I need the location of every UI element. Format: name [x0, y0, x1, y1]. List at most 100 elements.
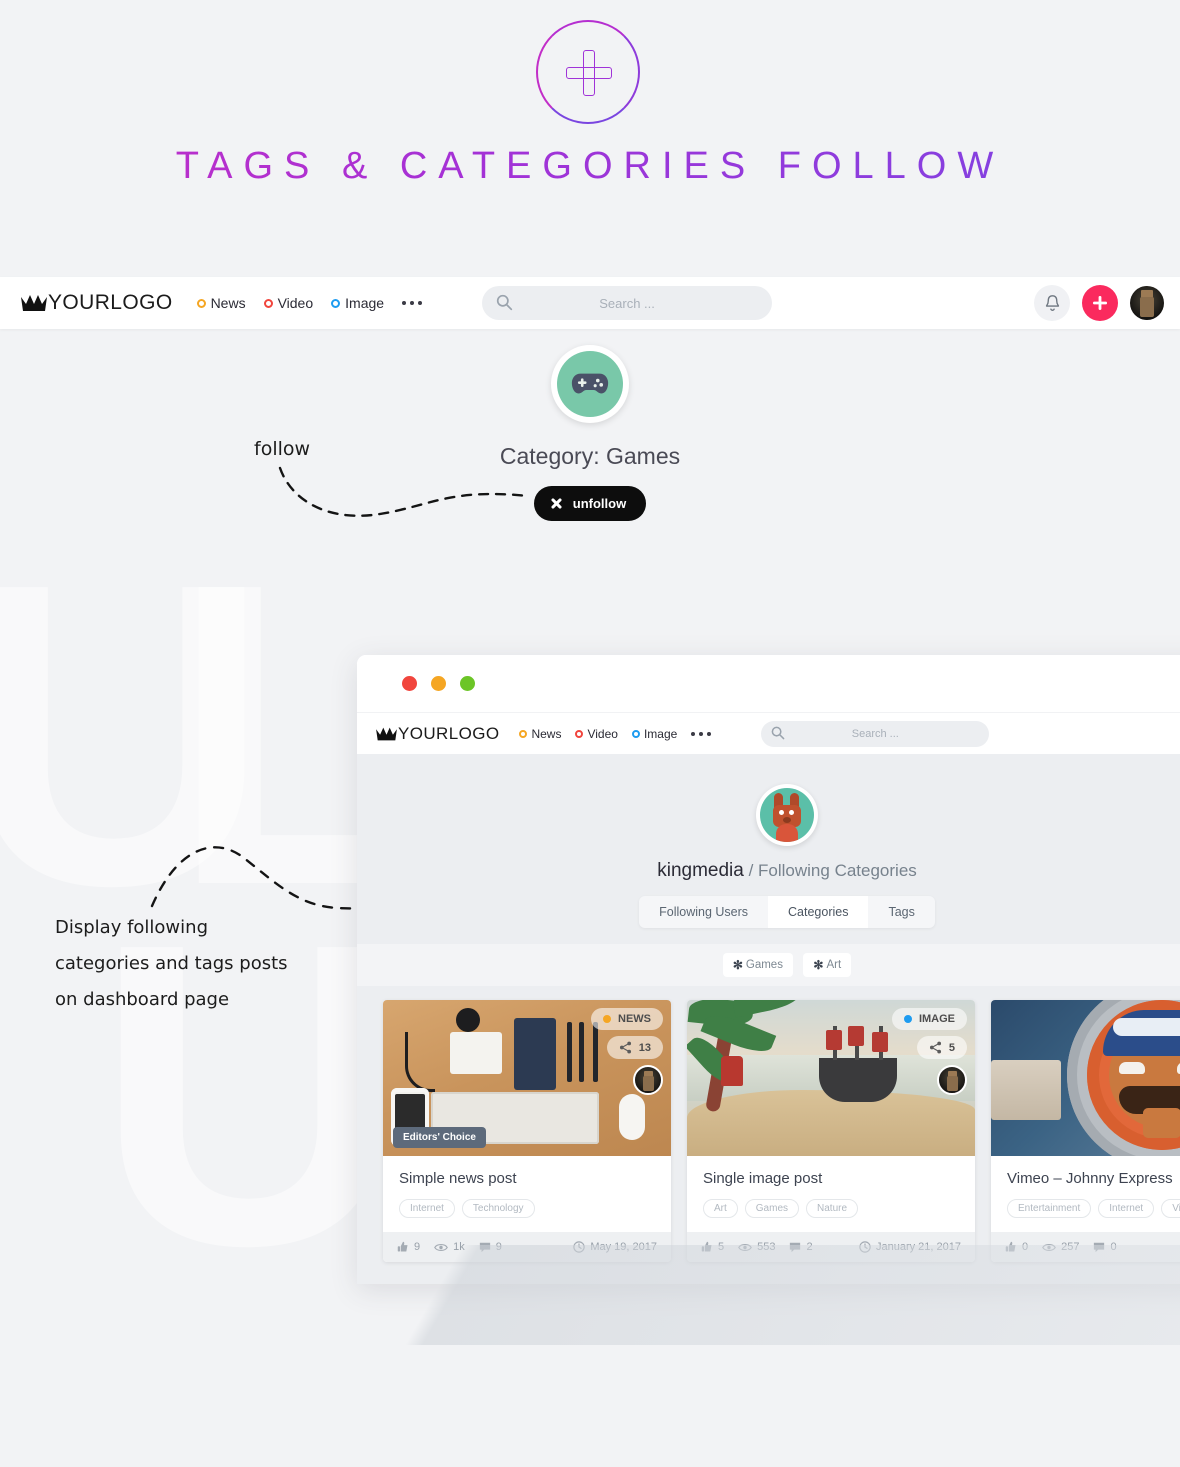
- nav-link-news[interactable]: News: [196, 295, 246, 311]
- dashboard-body: kingmedia / Following Categories Followi…: [357, 754, 1180, 1284]
- breadcrumb-separator: /: [748, 861, 754, 880]
- nav-link-label: Video: [277, 295, 314, 311]
- post-tags: Internet Technology: [383, 1187, 671, 1232]
- post-tag[interactable]: Entertainment: [1007, 1199, 1092, 1218]
- more-menu-icon[interactable]: [402, 301, 423, 305]
- plus-icon: [1093, 296, 1107, 310]
- post-card-grid: NEWS 13 Editors' Choice Simple news post…: [357, 986, 1180, 1284]
- hero-section: TAGS & CATEGORIES FOLLOW: [0, 0, 1180, 272]
- category-chip-art[interactable]: ✻ Art: [803, 953, 852, 977]
- post-tag[interactable]: Nature: [806, 1199, 859, 1218]
- chip-label: Art: [826, 959, 842, 971]
- share-badge[interactable]: 5: [916, 1036, 967, 1059]
- user-avatar[interactable]: [1130, 286, 1164, 320]
- category-title: Category: Games: [499, 443, 681, 469]
- tab-following-users[interactable]: Following Users: [639, 896, 768, 928]
- nav-link-video[interactable]: Video: [263, 295, 314, 311]
- nav-links: News Video Image: [196, 295, 423, 311]
- post-card[interactable]: IMAGE 5 Single image post Art Games Natu…: [687, 1000, 975, 1262]
- window-logo[interactable]: YOURLOGO: [375, 724, 499, 744]
- create-post-button[interactable]: [1082, 285, 1118, 321]
- gamepad-icon: [571, 373, 609, 394]
- logo[interactable]: YOURLOGO: [20, 291, 173, 315]
- share-icon: [929, 1041, 941, 1054]
- category-avatar: [551, 345, 629, 423]
- type-dot-icon: [603, 1015, 611, 1023]
- window-search-input[interactable]: Search ...: [761, 720, 990, 747]
- chip-label: Games: [745, 959, 783, 971]
- crown-icon: [21, 295, 47, 311]
- nav-link-label: Image: [643, 726, 678, 741]
- post-tags: Entertainment Internet Video: [991, 1187, 1180, 1232]
- bunny-avatar: [760, 788, 814, 842]
- window-nav-links: News Video Image: [519, 726, 712, 741]
- post-tag[interactable]: Internet: [399, 1199, 455, 1218]
- followed-categories-bar: ✻ Games ✻ Art: [357, 944, 1180, 986]
- category-header: Category: Games unfollow: [0, 345, 1180, 521]
- plus-circle-icon: [536, 20, 640, 124]
- top-navbar: YOURLOGO News Video Image Search ...: [0, 277, 1180, 329]
- news-bullet-icon: [196, 298, 206, 308]
- maximize-traffic-light[interactable]: [460, 676, 475, 691]
- post-title[interactable]: Vimeo – Johnny Express: [991, 1156, 1180, 1187]
- notifications-button[interactable]: [1034, 285, 1070, 321]
- post-type-badge: NEWS: [591, 1008, 663, 1030]
- minimize-traffic-light[interactable]: [431, 676, 446, 691]
- profile-avatar[interactable]: [756, 784, 818, 846]
- badge-label: IMAGE: [918, 1013, 955, 1025]
- image-bullet-icon: [331, 298, 341, 308]
- share-count: 5: [948, 1041, 955, 1054]
- browser-window: YOURLOGO News Video Image Search ... kin…: [357, 655, 1180, 1284]
- post-thumbnail[interactable]: NEWS 13 Editors' Choice: [383, 1000, 671, 1156]
- share-icon: [619, 1041, 631, 1054]
- post-thumbnail[interactable]: [991, 1000, 1180, 1156]
- nav-link-label: Video: [587, 726, 618, 741]
- post-card[interactable]: NEWS 13 Editors' Choice Simple news post…: [383, 1000, 671, 1262]
- post-author-avatar[interactable]: [937, 1065, 967, 1095]
- share-badge[interactable]: 13: [606, 1036, 663, 1059]
- post-title[interactable]: Single image post: [687, 1156, 975, 1187]
- post-title[interactable]: Simple news post: [383, 1156, 671, 1187]
- nav-link-video[interactable]: Video: [575, 726, 618, 741]
- post-tag[interactable]: Internet: [1098, 1199, 1155, 1218]
- video-bullet-icon: [575, 729, 584, 738]
- close-traffic-light[interactable]: [402, 676, 417, 691]
- search-input[interactable]: Search ...: [482, 286, 773, 320]
- window-drop-shadow: [357, 1245, 1180, 1345]
- window-navbar: YOURLOGO News Video Image Search ...: [357, 712, 1180, 754]
- tab-categories[interactable]: Categories: [768, 896, 869, 928]
- post-tag[interactable]: Games: [744, 1199, 800, 1218]
- news-bullet-icon: [519, 729, 528, 738]
- category-chip-games[interactable]: ✻ Games: [722, 953, 793, 977]
- profile-username: kingmedia: [657, 860, 744, 881]
- unfollow-label: unfollow: [572, 496, 627, 511]
- nav-link-label: Image: [345, 295, 385, 311]
- thumbnail-badges: IMAGE 5: [891, 1008, 967, 1095]
- logo-text: YOURLOGO: [398, 723, 500, 743]
- post-tag[interactable]: Art: [703, 1199, 738, 1218]
- profile-tabs: Following Users Categories Tags: [639, 896, 935, 928]
- page-title: TAGS & CATEGORIES FOLLOW: [0, 145, 1180, 188]
- bell-icon: [1045, 294, 1059, 311]
- search-placeholder: Search ...: [599, 295, 655, 311]
- dashboard-annotation-line: on dashboard page: [55, 989, 230, 1010]
- post-author-avatar[interactable]: [633, 1065, 663, 1095]
- follow-annotation-arrow: [278, 466, 530, 517]
- asterisk-icon: ✻: [813, 958, 824, 972]
- nav-link-image[interactable]: Image: [631, 726, 678, 741]
- editors-choice-ribbon: Editors' Choice: [393, 1127, 486, 1148]
- badge-label: NEWS: [618, 1013, 651, 1025]
- post-thumbnail[interactable]: IMAGE 5: [687, 1000, 975, 1156]
- more-menu-icon[interactable]: [691, 731, 712, 736]
- nav-link-news[interactable]: News: [519, 727, 561, 741]
- nav-link-image[interactable]: Image: [331, 295, 384, 311]
- profile-breadcrumb: kingmedia / Following Categories: [357, 860, 1180, 882]
- search-icon: [771, 726, 785, 739]
- post-tag[interactable]: Technology: [461, 1199, 535, 1218]
- post-tag[interactable]: Video: [1161, 1199, 1180, 1218]
- tab-tags[interactable]: Tags: [868, 896, 934, 928]
- crown-icon: [376, 727, 397, 740]
- post-card[interactable]: Vimeo – Johnny Express Entertainment Int…: [991, 1000, 1180, 1262]
- logo-text: YOURLOGO: [48, 291, 173, 314]
- browser-titlebar: [357, 655, 1180, 712]
